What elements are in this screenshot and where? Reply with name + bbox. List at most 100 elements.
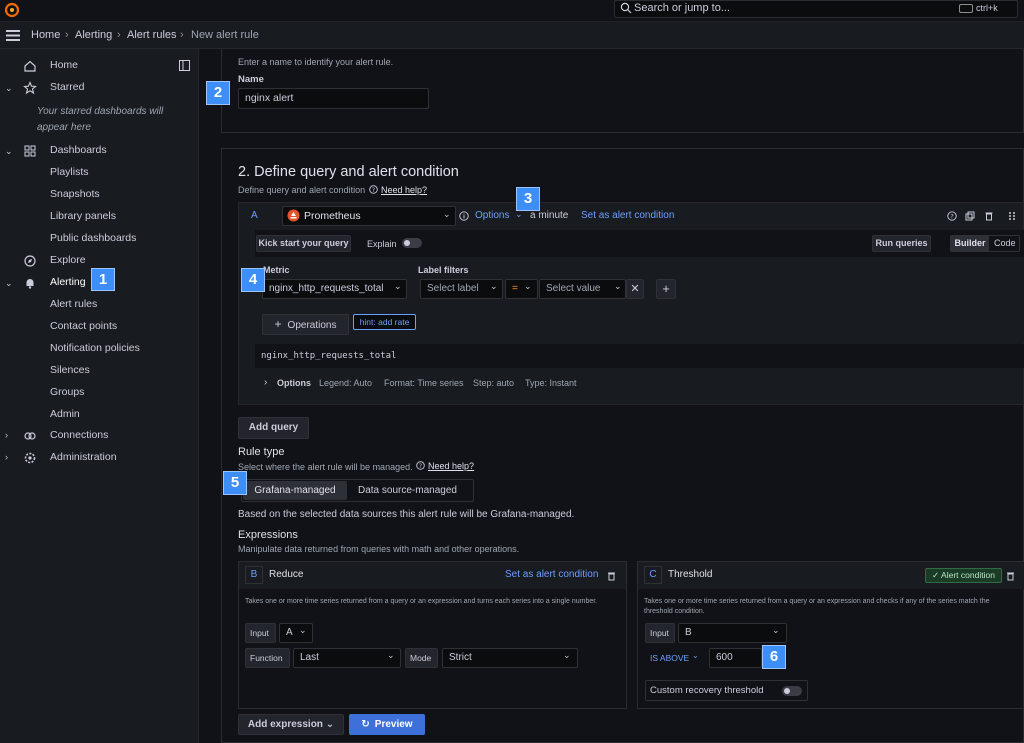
sidebar-item-administration[interactable]: Administration [50,451,117,463]
reduce-input-select[interactable]: A [279,623,313,643]
chevron-down-icon: ⌄ [692,651,699,660]
chevron-right-icon[interactable]: › [5,430,8,440]
duplicate-icon[interactable] [965,211,975,221]
chevron-down-icon[interactable]: ⌄ [5,146,13,157]
trash-icon[interactable] [1006,571,1015,581]
trash-icon[interactable] [607,571,616,581]
breadcrumb-alerting[interactable]: Alerting [75,29,112,41]
grafana-managed-option[interactable]: Grafana-managed [243,481,347,500]
menu-icon[interactable] [6,30,20,41]
sidebar-item-playlists[interactable]: Playlists [50,166,89,178]
operations-button[interactable]: + Operations [262,314,349,335]
hint-add-rate-button[interactable]: hint: add rate [353,314,416,330]
sidebar-item-starred[interactable]: Starred [50,81,84,93]
mode-select[interactable]: Strict [442,648,578,668]
chevron-down-icon[interactable]: ⌄ [5,83,13,94]
sidebar-item-snapshots[interactable]: Snapshots [50,188,100,200]
explain-label: Explain [367,239,397,249]
threshold-value-input[interactable]: 600 [709,648,762,668]
home-icon [24,60,36,72]
chevron-right-icon[interactable]: › [5,452,8,462]
set-alert-condition-a[interactable]: Set as alert condition [581,210,674,221]
sidebar-item-alert-rules[interactable]: Alert rules [50,298,97,310]
sidebar-item-notification-policies[interactable]: Notification policies [50,342,140,354]
svg-text:?: ? [950,213,953,221]
rule-type-note: Based on the selected data sources this … [238,509,575,520]
datasource-managed-option[interactable]: Data source-managed [358,485,457,496]
rule-type-title: Rule type [238,446,285,458]
kick-start-button[interactable]: Kick start your query [256,235,351,252]
reduce-description: Takes one or more time series returned f… [245,598,598,605]
sidebar-item-admin[interactable]: Admin [50,408,80,420]
dock-menu-icon[interactable] [179,60,190,71]
search-icon [620,2,632,14]
query-letter[interactable]: A [251,210,258,221]
keyboard-icon [959,4,973,13]
sidebar-item-connections[interactable]: Connections [50,429,108,441]
chevron-down-icon: ⌄ [772,625,780,635]
run-queries-button[interactable]: Run queries [872,235,931,252]
set-alert-condition-b[interactable]: Set as alert condition [505,569,598,580]
chevron-down-icon[interactable]: ⌄ [5,278,13,289]
sidebar-item-contact-points[interactable]: Contact points [50,320,117,332]
trash-icon[interactable] [984,211,994,221]
step-option: Step: auto [473,378,515,388]
svg-text:?: ? [419,463,422,470]
grafana-logo-icon[interactable] [4,2,20,18]
breadcrumb-separator: › [117,29,121,41]
operator-select[interactable]: = [505,279,538,299]
mode-label: Mode [405,648,438,668]
sidebar-item-home[interactable]: Home [50,59,78,71]
compass-icon [24,255,36,267]
options-toggle[interactable]: Options [475,210,509,221]
name-input[interactable]: nginx alert [238,88,429,109]
chevron-down-icon: ⌄ [299,625,307,635]
preview-button[interactable]: ↻ Preview [349,714,425,735]
expression-letter: C [644,566,662,584]
drag-handle-icon[interactable] [1008,211,1016,221]
query-builder [255,257,1024,343]
breadcrumb-alert-rules[interactable]: Alert rules [127,29,177,41]
value-select[interactable]: Select value [539,279,626,299]
sidebar-item-library-panels[interactable]: Library panels [50,210,116,222]
close-icon[interactable]: ✕ [626,279,644,299]
recovery-threshold-toggle[interactable] [782,686,802,696]
threshold-operator-select[interactable]: IS ABOVE [650,653,689,663]
breadcrumb-home[interactable]: Home [31,29,60,41]
threshold-input-select[interactable]: B [678,623,787,643]
chevron-down-icon: ⌄ [325,719,335,730]
sidebar-item-groups[interactable]: Groups [50,386,84,398]
type-option: Type: Instant [525,378,577,388]
function-select[interactable]: Last [293,648,401,668]
query-options-label[interactable]: Options [277,378,311,388]
chevron-right-icon[interactable]: › [264,377,267,388]
sidebar-item-explore[interactable]: Explore [50,254,86,266]
need-help-link[interactable]: Need help? [381,185,427,195]
code-mode-tab[interactable]: Code [994,236,1016,251]
add-query-button[interactable]: Add query [238,417,309,439]
builder-mode-tab[interactable]: Builder [951,236,989,251]
info-icon[interactable] [459,211,469,221]
search-placeholder: Search or jump to... [634,2,730,14]
metric-select[interactable]: nginx_http_requests_total [262,279,407,299]
query-section-subtitle: Define query and alert condition [238,185,366,195]
add-filter-button[interactable]: + [656,279,676,299]
sidebar-item-dashboards[interactable]: Dashboards [50,144,107,156]
starred-empty-text: Your starred dashboards will appear here [37,106,164,133]
expression-letter: B [245,566,263,584]
sidebar-item-silences[interactable]: Silences [50,364,90,376]
gear-icon [24,452,36,464]
datasource-name: Prometheus [304,210,361,222]
query-section-title: 2. Define query and alert condition [238,164,459,180]
help-icon[interactable]: ? [947,211,957,221]
sidebar-item-public-dashboards[interactable]: Public dashboards [50,232,136,244]
step-badge: 5 [223,471,247,495]
explain-toggle[interactable] [402,238,422,248]
rule-type-help-link[interactable]: Need help? [428,461,474,471]
metric-label: Metric [263,265,290,275]
add-expression-button[interactable]: Add expression ⌄ [238,714,344,735]
reduce-name: Reduce [269,569,304,580]
sidebar-item-alerting[interactable]: Alerting [50,276,86,288]
chevron-down-icon: ⌄ [524,281,532,291]
function-label: Function [245,648,290,668]
